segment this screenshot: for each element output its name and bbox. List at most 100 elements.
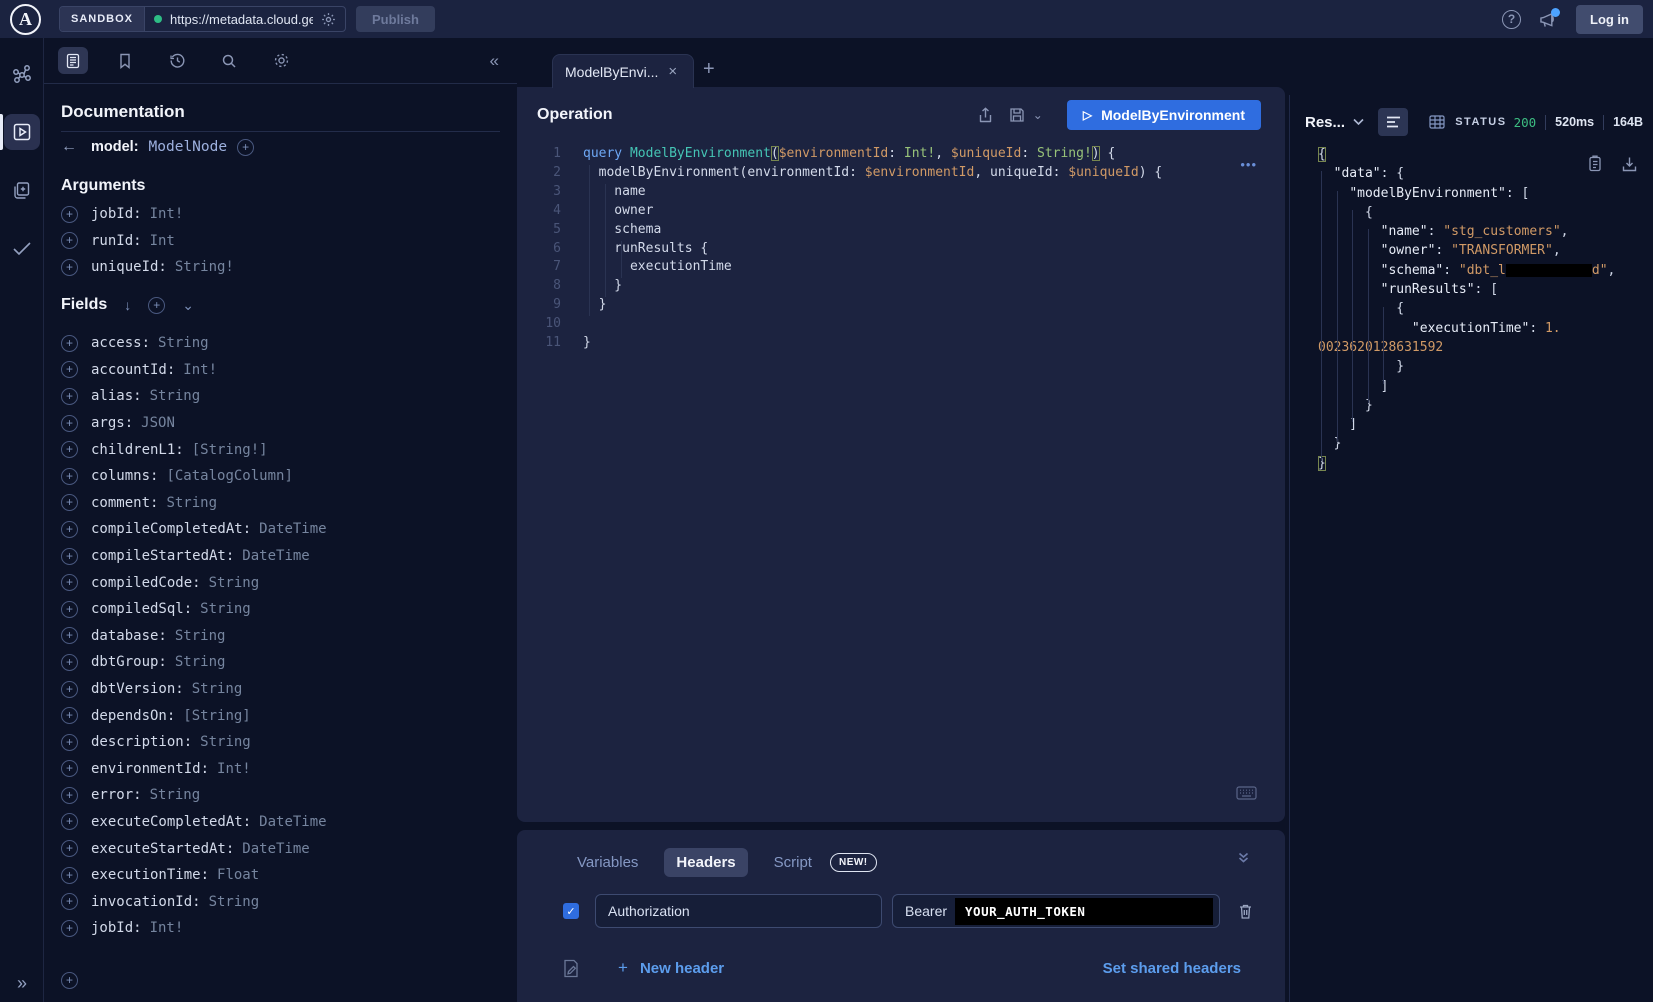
delete-header-trash-icon[interactable] (1238, 903, 1253, 920)
argument-type[interactable]: Int! (150, 206, 184, 222)
add-field-button[interactable]: + (61, 840, 78, 857)
code-line[interactable]: 6 runResults { (517, 240, 1285, 259)
code-line[interactable]: 8 } (517, 277, 1285, 296)
collapse-panel-chevrons-icon[interactable] (1236, 850, 1251, 865)
add-field-button[interactable]: + (61, 574, 78, 591)
documentation-tab-icon[interactable] (58, 47, 88, 74)
field-name-link[interactable]: executionTime: (91, 867, 209, 883)
add-field-button[interactable]: + (61, 867, 78, 884)
field-type[interactable]: String (150, 787, 201, 803)
argument-type[interactable]: Int (150, 233, 175, 249)
code-line[interactable]: 4 owner (517, 202, 1285, 221)
header-enabled-checkbox[interactable]: ✓ (563, 903, 579, 919)
add-field-button[interactable]: + (61, 681, 78, 698)
add-field-button[interactable]: + (61, 521, 78, 538)
add-type-button[interactable]: + (237, 139, 254, 156)
tab-headers[interactable]: Headers (664, 848, 747, 877)
new-header-button[interactable]: + New header (618, 958, 724, 978)
endpoint-url-box[interactable]: https://metadata.cloud.get (145, 7, 345, 31)
graphql-code-editor[interactable]: 1query ModelByEnvironment($environmentId… (517, 145, 1285, 752)
field-type[interactable]: String (158, 335, 209, 351)
search-icon[interactable] (214, 47, 244, 74)
add-field-button[interactable]: + (61, 468, 78, 485)
response-dropdown[interactable]: Res... (1305, 114, 1345, 131)
add-argument-button[interactable]: + (61, 232, 78, 249)
back-arrow-icon[interactable]: ← (61, 138, 77, 156)
save-operation-icon[interactable] (1009, 107, 1025, 123)
share-operation-icon[interactable] (978, 107, 993, 124)
add-field-button[interactable]: + (61, 548, 78, 565)
field-type[interactable]: String (175, 654, 226, 670)
field-name-link[interactable]: alias: (91, 388, 142, 404)
add-field-button[interactable]: + (61, 734, 78, 751)
add-field-button[interactable]: + (61, 787, 78, 804)
header-key-input[interactable]: Authorization (595, 894, 882, 928)
code-line[interactable]: 10 (517, 315, 1285, 334)
field-name-link[interactable]: error: (91, 787, 142, 803)
field-name-link[interactable]: database: (91, 628, 167, 644)
apollo-logo[interactable]: A (10, 4, 41, 35)
header-value-input[interactable]: Bearer YOUR_AUTH_TOKEN (892, 894, 1220, 928)
keyboard-shortcuts-icon[interactable] (1236, 786, 1257, 800)
help-icon[interactable]: ? (1502, 10, 1521, 29)
bookmarks-icon[interactable] (110, 47, 140, 74)
field-type[interactable]: DateTime (242, 841, 309, 857)
nav-explorer-icon[interactable] (0, 110, 44, 154)
publish-button[interactable]: Publish (356, 6, 435, 32)
field-name-link[interactable]: description: (91, 734, 192, 750)
field-name-link[interactable]: dbtGroup: (91, 654, 167, 670)
code-line[interactable]: 9 } (517, 296, 1285, 315)
field-name-link[interactable]: jobId: (91, 920, 142, 936)
code-line[interactable]: 11} (517, 334, 1285, 353)
code-line[interactable]: 7 executionTime (517, 258, 1285, 277)
schema-settings-gear-icon[interactable] (266, 47, 296, 74)
field-name-link[interactable]: dbtVersion: (91, 681, 184, 697)
table-view-toggle-icon[interactable] (1422, 108, 1452, 136)
code-line[interactable]: 3 name (517, 183, 1285, 202)
field-type[interactable]: Int! (217, 761, 251, 777)
field-name-link[interactable]: access: (91, 335, 150, 351)
add-field-button[interactable]: + (61, 494, 78, 511)
argument-type[interactable]: String! (175, 259, 234, 275)
field-name-link[interactable]: invocationId: (91, 894, 201, 910)
code-line[interactable]: 2 modelByEnvironment(environmentId: $env… (517, 164, 1285, 183)
close-tab-icon[interactable]: × (668, 63, 677, 80)
editor-more-options-button[interactable]: ••• (1240, 157, 1257, 172)
field-type[interactable]: String (200, 734, 251, 750)
field-type[interactable]: [CatalogColumn] (166, 468, 292, 484)
field-type[interactable]: [String!] (192, 442, 268, 458)
field-name-link[interactable]: columns: (91, 468, 158, 484)
field-type[interactable]: Int! (183, 362, 217, 378)
field-name-link[interactable]: childrenL1: (91, 442, 184, 458)
field-name-link[interactable]: args: (91, 415, 133, 431)
field-type[interactable]: String (209, 575, 260, 591)
field-type[interactable]: String (200, 601, 251, 617)
nav-schema-icon[interactable] (0, 52, 44, 96)
field-name-link[interactable]: compileCompletedAt: (91, 521, 251, 537)
login-button[interactable]: Log in (1576, 5, 1643, 34)
field-type[interactable]: Float (217, 867, 259, 883)
field-name-link[interactable]: executeStartedAt: (91, 841, 234, 857)
add-argument-button[interactable]: + (61, 259, 78, 276)
add-field-button[interactable]: + (61, 760, 78, 777)
field-name-link[interactable]: compiledCode: (91, 575, 201, 591)
add-field-button[interactable]: + (61, 707, 78, 724)
add-field-button[interactable]: + (61, 441, 78, 458)
field-type[interactable]: String (166, 495, 217, 511)
field-type[interactable]: DateTime (259, 814, 326, 830)
field-name-link[interactable]: accountId: (91, 362, 175, 378)
field-name-link[interactable]: executeCompletedAt: (91, 814, 251, 830)
expand-rail-icon[interactable]: » (0, 973, 44, 994)
endpoint-settings-gear-icon[interactable] (321, 12, 336, 27)
field-name-link[interactable]: comment: (91, 495, 158, 511)
add-argument-button[interactable]: + (61, 206, 78, 223)
endpoint-url[interactable]: https://metadata.cloud.get (170, 12, 313, 27)
raw-view-toggle-icon[interactable] (1378, 108, 1408, 136)
add-field-button[interactable]: + (61, 601, 78, 618)
add-field-button[interactable]: + (61, 893, 78, 910)
set-shared-headers-button[interactable]: Set shared headers (1103, 960, 1241, 977)
field-name-link[interactable]: compiledSql: (91, 601, 192, 617)
field-type[interactable]: DateTime (242, 548, 309, 564)
new-tab-button[interactable]: + (703, 58, 715, 81)
add-all-fields-button[interactable]: + (148, 297, 165, 314)
